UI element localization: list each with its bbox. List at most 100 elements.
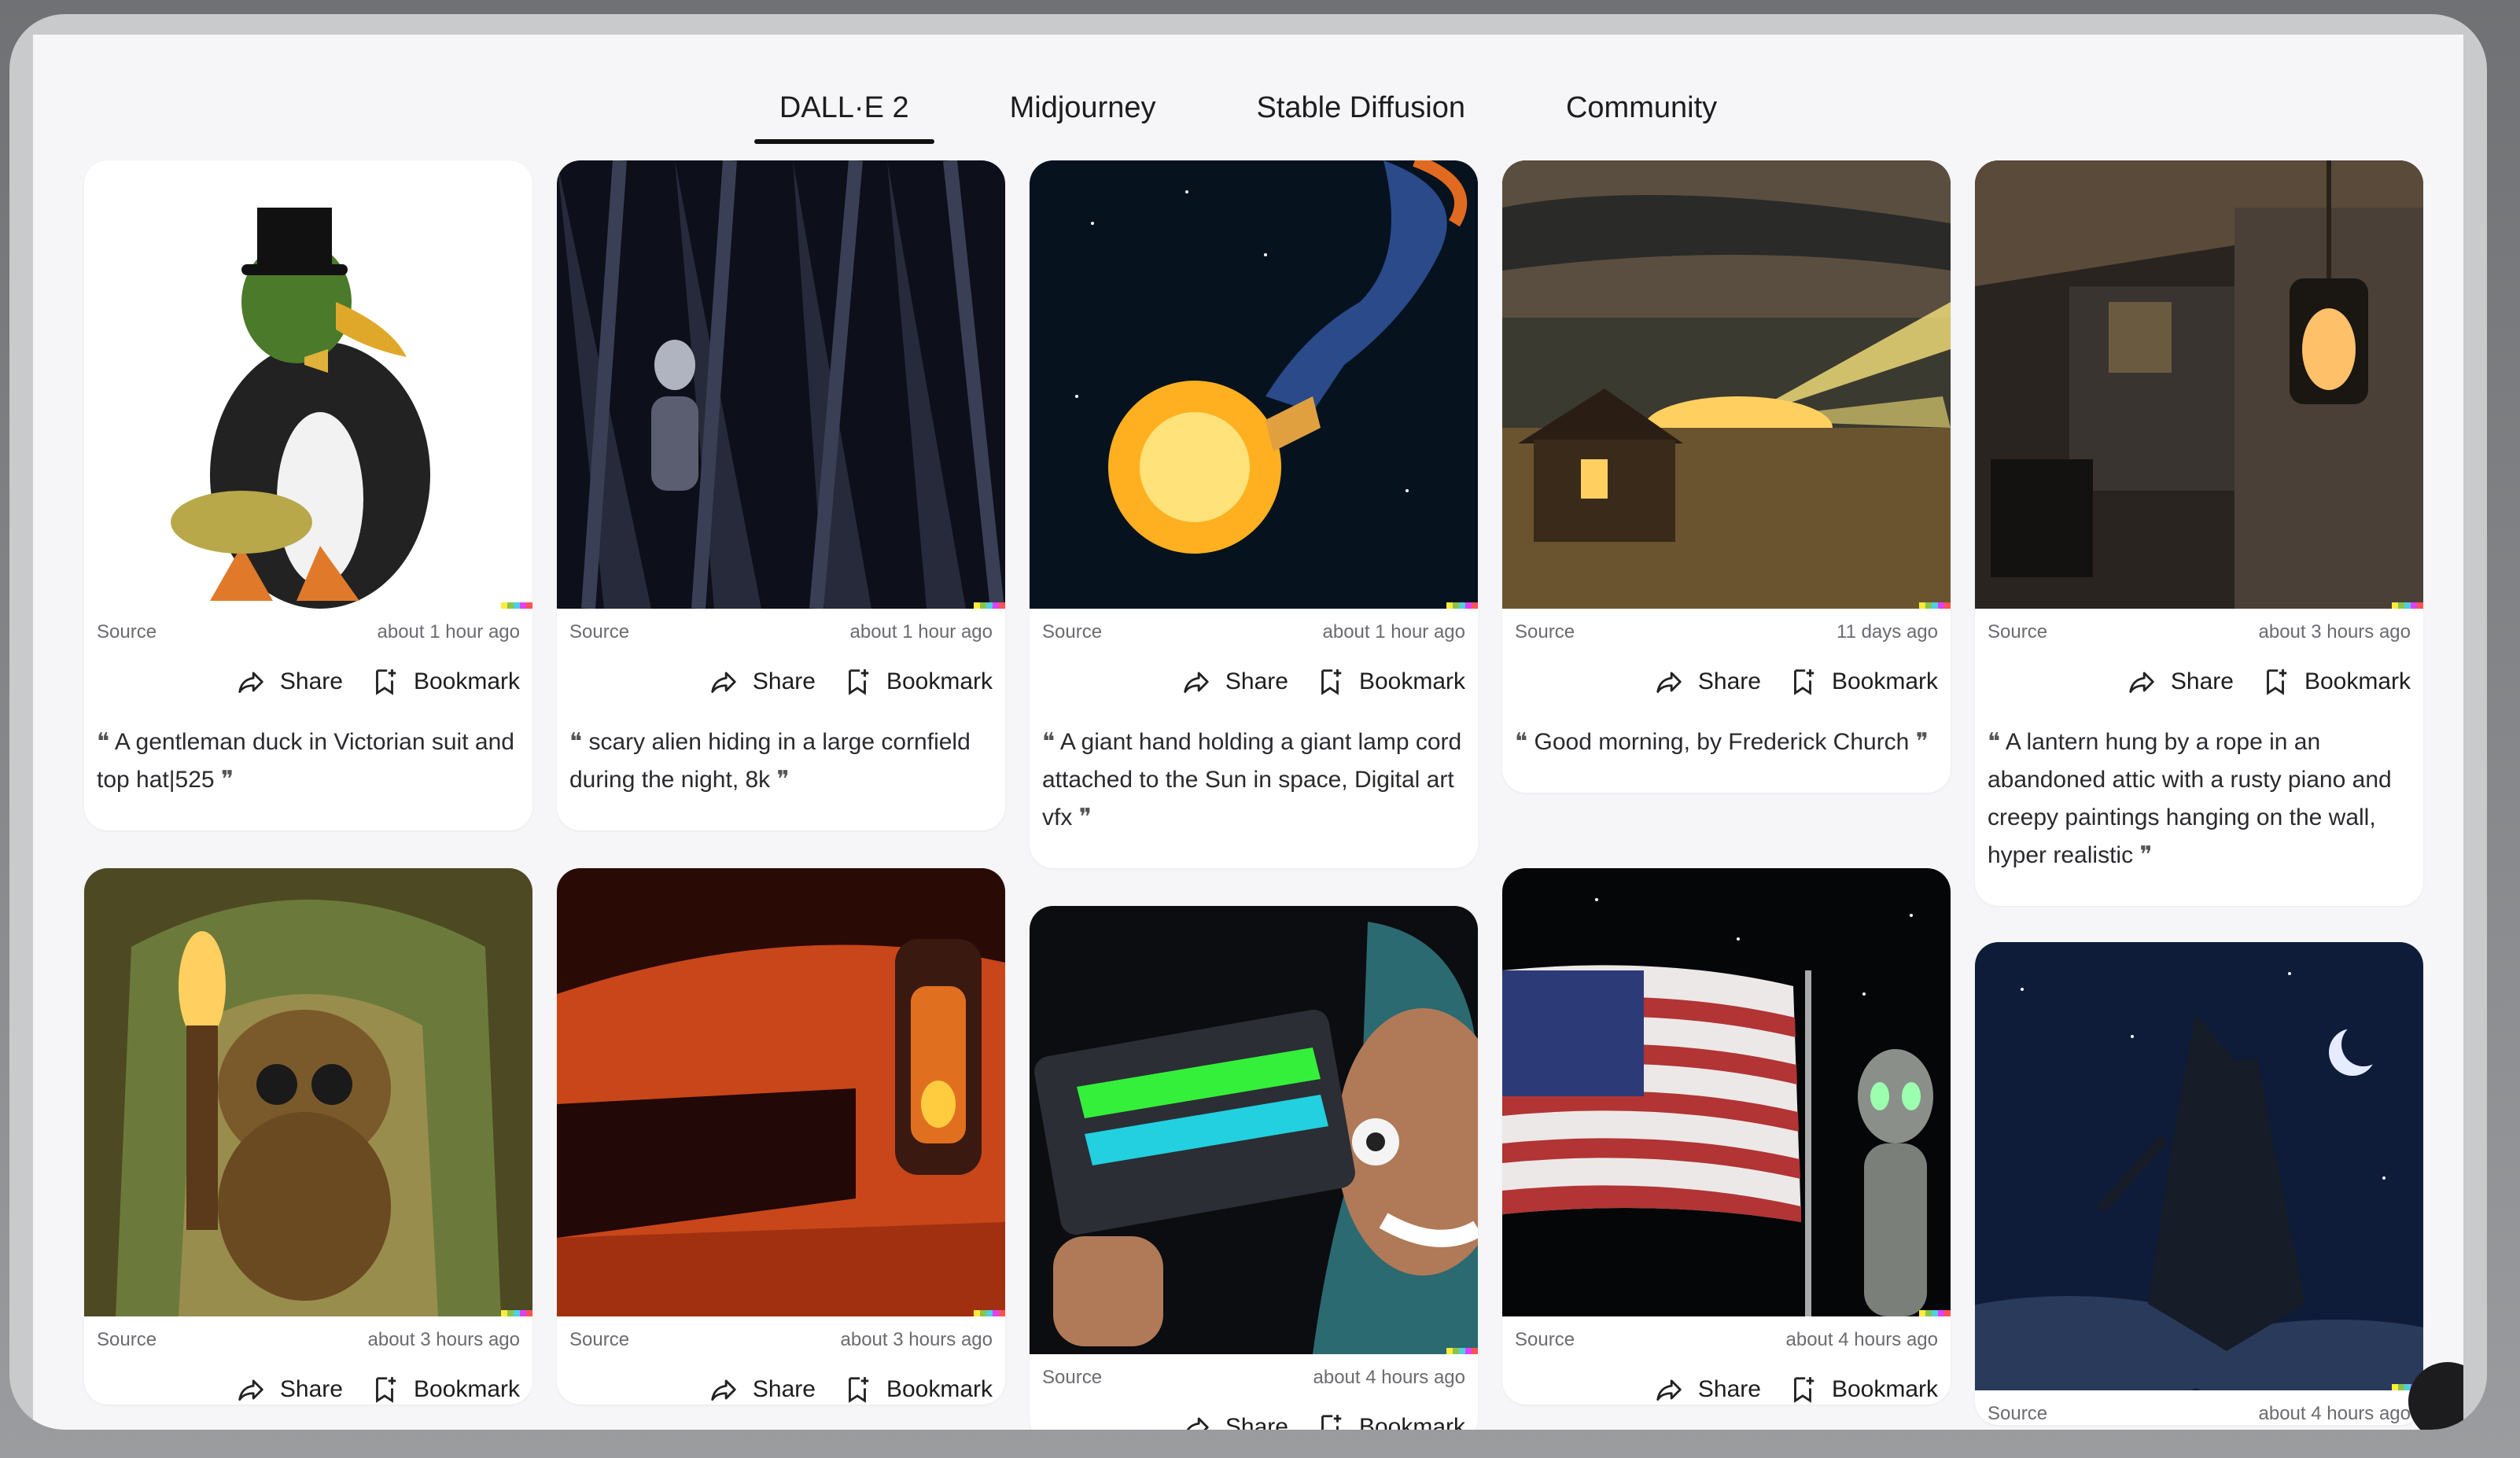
prompt-text: ❝ A gentleman duck in Victorian suit and…: [84, 697, 532, 830]
tab-community[interactable]: Community: [1541, 77, 1742, 144]
dalle-signature: [1446, 602, 1478, 609]
bookmark-button[interactable]: Bookmark: [2260, 667, 2411, 697]
bookmark-button[interactable]: Bookmark: [1788, 1375, 1938, 1405]
generated-image-cabin-sunrise[interactable]: [1502, 160, 1951, 609]
source-link[interactable]: Source: [1042, 621, 1102, 643]
dalle-signature: [2392, 602, 2423, 609]
share-icon: [1656, 672, 1682, 694]
prompt-text: ❝ Good morning, by Frederick Church ❞: [1502, 697, 1951, 793]
image-card: Source 11 days ago Share Bookmark ❝ Good …: [1502, 160, 1951, 793]
open-quote-icon: ❝: [97, 728, 110, 756]
share-button[interactable]: Share: [1654, 667, 1761, 697]
share-icon: [238, 1379, 263, 1401]
share-label: Share: [279, 1376, 343, 1402]
prompt-body: scary alien hiding in a large cornfield …: [569, 729, 971, 793]
close-quote-icon: ❞: [220, 766, 234, 793]
share-icon: [1186, 1417, 1209, 1430]
bookmark-label: Bookmark: [413, 1376, 520, 1402]
generated-image-attic-lantern[interactable]: [1975, 160, 2423, 609]
generated-image-samurai-moon[interactable]: [1975, 942, 2423, 1390]
source-link[interactable]: Source: [569, 1329, 629, 1351]
prompt-body: Good morning, by Frederick Church: [1534, 729, 1910, 755]
share-button[interactable]: Share: [1654, 1375, 1761, 1405]
generated-image-hand-lightbulb[interactable]: [1030, 160, 1478, 609]
bookmark-label: Bookmark: [1831, 1376, 1938, 1402]
prompt-text: ❝ A giant hand holding a giant lamp cord…: [1030, 697, 1478, 868]
bookmark-label: Bookmark: [886, 668, 993, 694]
share-button[interactable]: Share: [236, 667, 343, 697]
dalle-signature: [1919, 1310, 1951, 1316]
source-link[interactable]: Source: [1515, 1329, 1575, 1351]
image-card: Source about 3 hours ago Share Bookmark: [84, 868, 532, 1405]
image-grid: Source about 1 hour ago Share Bookmark ❝ …: [84, 160, 2423, 1430]
prompt-body: A giant hand holding a giant lamp cord a…: [1042, 729, 1462, 830]
generated-image-man-gpu[interactable]: [1030, 906, 1478, 1354]
open-quote-icon: ❝: [1042, 728, 1056, 756]
share-label: Share: [752, 668, 816, 694]
source-link[interactable]: Source: [1988, 621, 2047, 643]
close-quote-icon: ❞: [2139, 841, 2153, 869]
share-button[interactable]: Share: [236, 1375, 343, 1405]
source-link[interactable]: Source: [97, 1329, 157, 1351]
tab-dalle-2[interactable]: DALL·E 2: [753, 77, 934, 144]
source-link[interactable]: Source: [1042, 1367, 1102, 1389]
generated-image-orange-lantern[interactable]: [557, 868, 1005, 1316]
share-button[interactable]: Share: [2127, 667, 2234, 697]
tab-midjourney[interactable]: Midjourney: [985, 77, 1181, 144]
bookmark-label: Bookmark: [413, 668, 520, 694]
image-card: Source about 4 hours ago Share Bookmark: [1502, 868, 1951, 1405]
timestamp: about 3 hours ago: [367, 1329, 521, 1350]
bookmark-add-icon: [376, 1377, 396, 1403]
generated-image-alien-cornfield[interactable]: [557, 160, 1005, 609]
source-link[interactable]: Source: [1515, 621, 1575, 643]
image-card: Source about 3 hours ago Share Bookmark: [557, 868, 1005, 1405]
image-card: Source about 3 hours ago Share Bookmark ❝…: [1975, 160, 2423, 906]
share-icon: [2129, 672, 2154, 694]
open-quote-icon: ❝: [1515, 728, 1528, 756]
share-icon: [711, 672, 736, 694]
bookmark-button[interactable]: Bookmark: [1788, 667, 1938, 697]
bookmark-button[interactable]: Bookmark: [370, 1375, 520, 1405]
timestamp: about 4 hours ago: [2258, 1403, 2411, 1424]
image-card: Source about 4 hours ago Share Bookmark: [1030, 906, 1478, 1430]
bookmark-button[interactable]: Bookmark: [842, 1375, 993, 1405]
bookmark-button[interactable]: Bookmark: [1315, 1412, 1465, 1430]
bookmark-add-icon: [849, 669, 869, 695]
bookmark-add-icon: [1321, 669, 1342, 695]
open-quote-icon: ❝: [1988, 728, 2001, 756]
image-card: Source about 1 hour ago Share Bookmark ❝ …: [1030, 160, 1478, 868]
dalle-signature: [1919, 602, 1951, 609]
open-quote-icon: ❝: [569, 728, 583, 756]
bookmark-label: Bookmark: [1831, 668, 1938, 694]
generated-image-creature[interactable]: [84, 868, 532, 1316]
generated-image-duck[interactable]: [84, 160, 532, 609]
share-label: Share: [279, 668, 343, 694]
browser-window: DALL·E 2 Midjourney Stable Diffusion Com…: [9, 14, 2487, 1430]
tab-stable-diffusion[interactable]: Stable Diffusion: [1232, 77, 1490, 144]
timestamp: about 1 hour ago: [1322, 621, 1466, 642]
image-card: Source about 1 hour ago Share Bookmark ❝ …: [84, 160, 532, 830]
share-button[interactable]: Share: [709, 667, 816, 697]
timestamp: about 1 hour ago: [377, 621, 521, 642]
gallery-page: DALL·E 2 Midjourney Stable Diffusion Com…: [33, 35, 2463, 1430]
share-icon: [238, 672, 263, 694]
share-button[interactable]: Share: [1181, 1412, 1288, 1430]
share-button[interactable]: Share: [709, 1375, 816, 1405]
generated-image-alien-flag[interactable]: [1502, 868, 1951, 1316]
prompt-body: A gentleman duck in Victorian suit and t…: [97, 729, 514, 793]
source-link[interactable]: Source: [97, 621, 157, 643]
share-label: Share: [1225, 668, 1288, 694]
prompt-text: ❝ A lantern hung by a rope in an abandon…: [1975, 697, 2423, 906]
bookmark-button[interactable]: Bookmark: [842, 667, 993, 697]
bookmark-add-icon: [1794, 669, 1814, 695]
source-link[interactable]: Source: [1988, 1403, 2047, 1425]
bookmark-button[interactable]: Bookmark: [1315, 667, 1465, 697]
timestamp: about 3 hours ago: [2258, 621, 2411, 642]
share-button[interactable]: Share: [1181, 667, 1288, 697]
bookmark-button[interactable]: Bookmark: [370, 667, 520, 697]
source-link[interactable]: Source: [569, 621, 629, 643]
bookmark-label: Bookmark: [886, 1376, 993, 1402]
bookmark-label: Bookmark: [2304, 668, 2411, 694]
close-quote-icon: ❞: [1915, 728, 1929, 756]
timestamp: about 3 hours ago: [840, 1329, 993, 1350]
